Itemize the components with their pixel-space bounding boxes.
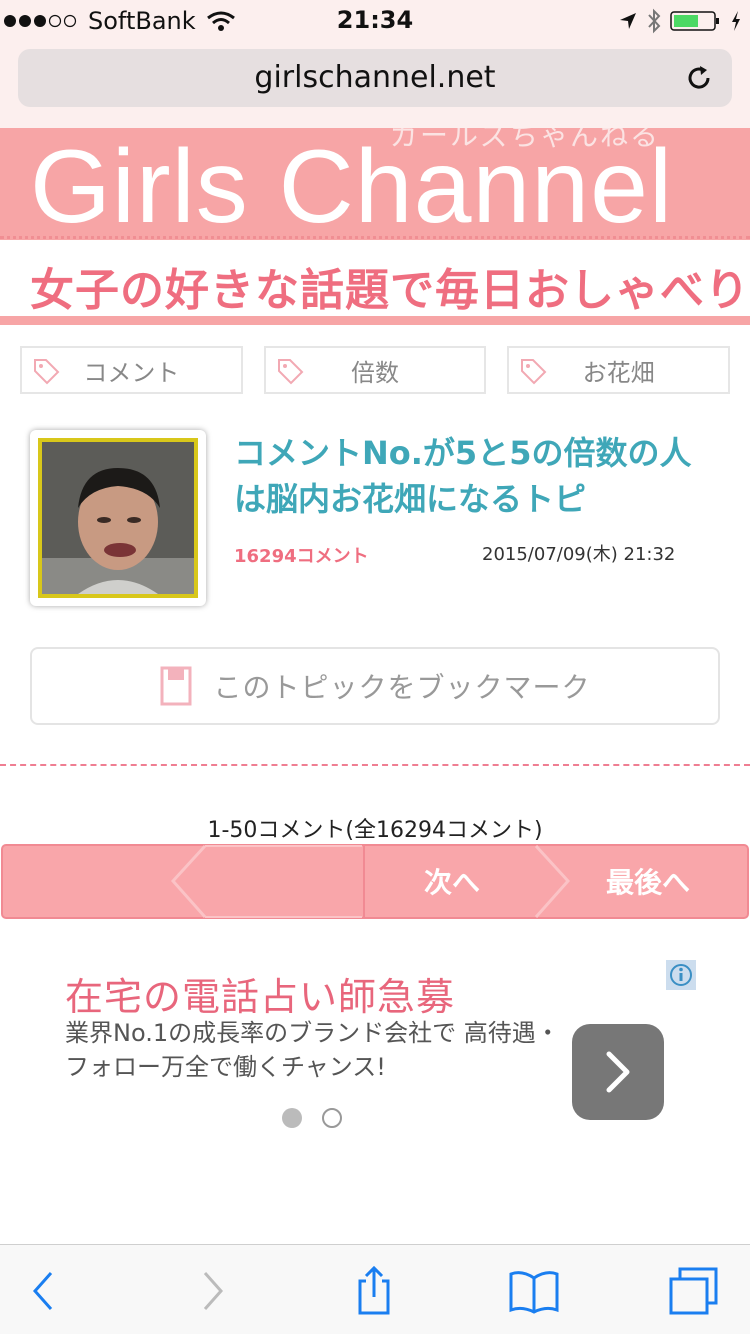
forward-arrow-icon	[203, 1272, 224, 1310]
bookmarks-button[interactable]	[508, 1265, 560, 1317]
ad-body[interactable]: 業界No.1の成長率のブランド会社で 高待遇・フォロー万全で働くチャンス!	[65, 1016, 565, 1084]
ad-title[interactable]: 在宅の電話占い師急募	[65, 966, 455, 1021]
site-header[interactable]: ガールズちゃんねる Girls Channel 女子の好きな話題で毎日おしゃべり…	[0, 128, 750, 325]
topic-title[interactable]: コメントNo.が5と5の倍数の人は脳内お花畑になるトピ	[234, 430, 714, 522]
carousel-dot-active[interactable]	[282, 1108, 302, 1128]
tag-item[interactable]: お花畑	[507, 346, 731, 394]
battery-icon	[670, 11, 719, 31]
browser-url-bar: girlschannel.net	[0, 40, 750, 128]
tag-label: 倍数	[351, 358, 399, 387]
section-divider	[0, 764, 750, 766]
bookmark-label: このトピックをブックマーク	[213, 671, 591, 704]
site-logo[interactable]: Girls Channel	[30, 132, 673, 240]
browser-toolbar	[0, 1244, 750, 1334]
pagination-bar: 次へ 最後へ	[0, 843, 750, 920]
ad-info-icon[interactable]	[666, 960, 696, 990]
forward-button[interactable]	[186, 1265, 238, 1317]
tag-icon	[521, 359, 547, 385]
tabs-button[interactable]	[668, 1265, 720, 1317]
last-page-button[interactable]: 最後へ	[606, 861, 690, 901]
next-page-button[interactable]: 次へ	[424, 861, 480, 901]
tag-icon	[34, 359, 60, 385]
bookmark-icon	[160, 666, 192, 706]
topic-comment-count: 16294コメント	[234, 546, 369, 567]
charging-bolt-icon	[732, 11, 740, 31]
bookmark-button[interactable]: このトピックをブックマーク	[30, 647, 720, 725]
back-button[interactable]	[18, 1265, 70, 1317]
address-field[interactable]: girlschannel.net	[18, 49, 732, 107]
carousel-dot[interactable]	[322, 1108, 342, 1128]
topic-tags: コメント 倍数 お花畑	[20, 346, 731, 394]
tabs-icon	[669, 1267, 718, 1315]
ad-carousel-indicator	[282, 1108, 342, 1128]
tag-item[interactable]: コメント	[20, 346, 243, 394]
topic-thumbnail[interactable]	[30, 430, 206, 606]
location-arrow-icon	[620, 13, 636, 29]
back-arrow-icon	[32, 1272, 53, 1310]
ad-next-button[interactable]	[572, 1024, 664, 1120]
reload-icon[interactable]	[684, 63, 714, 93]
logo-band: ガールズちゃんねる Girls Channel	[0, 128, 750, 240]
logo-dotted-border	[0, 236, 750, 240]
comment-range: 1-50コメント(全16294コメント)	[207, 818, 543, 843]
tag-icon	[277, 359, 304, 385]
status-icons	[618, 6, 742, 36]
header-divider	[0, 316, 750, 325]
url-text[interactable]: girlschannel.net	[18, 49, 732, 107]
share-icon	[358, 1265, 390, 1315]
chevron-right-icon	[606, 1051, 630, 1093]
info-icon	[670, 964, 692, 986]
topic-photo	[38, 438, 198, 598]
bluetooth-icon	[648, 8, 661, 34]
tag-label: コメント	[83, 358, 180, 387]
share-button[interactable]	[348, 1265, 400, 1317]
site-tagline: 女子の好きな話題で毎日おしゃべり♪	[30, 265, 750, 316]
status-bar: SoftBank 21:34	[0, 0, 750, 40]
book-icon	[509, 1271, 559, 1314]
tag-item[interactable]: 倍数	[263, 346, 487, 394]
topic-date: 2015/07/09(木) 21:32	[482, 544, 676, 565]
tag-label: お花畑	[582, 358, 655, 387]
